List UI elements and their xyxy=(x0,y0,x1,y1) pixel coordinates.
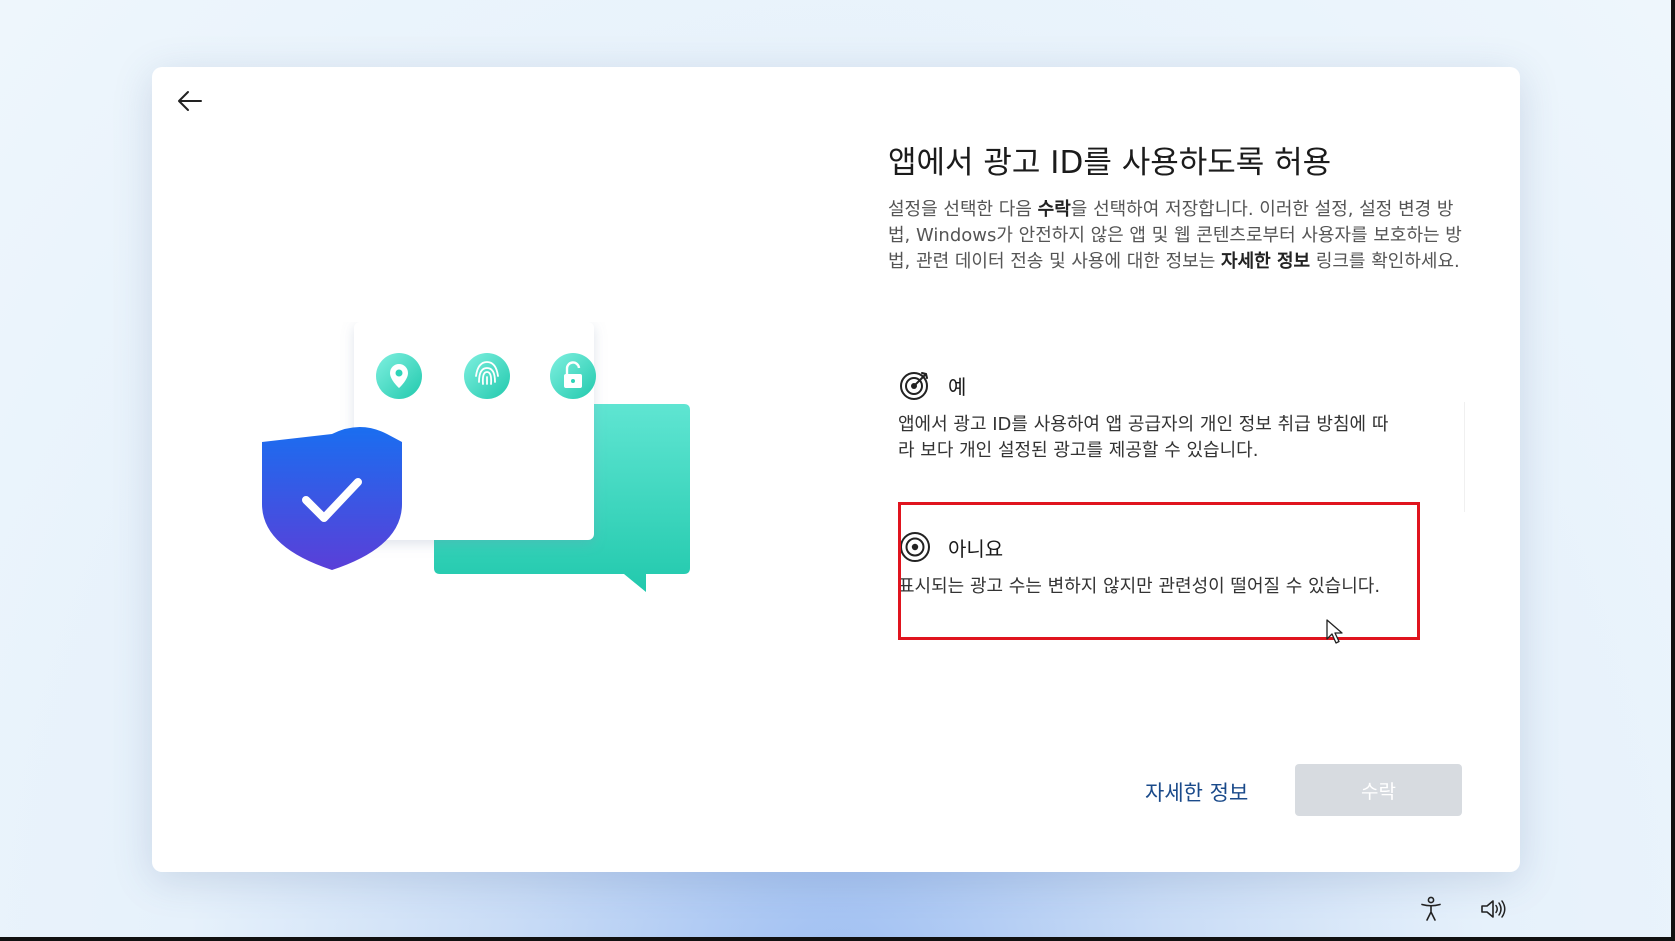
option-yes[interactable]: 예 앱에서 광고 ID를 사용하여 앱 공급자의 개인 정보 취급 방침에 따라… xyxy=(898,368,1398,464)
unlock-icon xyxy=(550,353,596,399)
option-no-description: 표시되는 광고 수는 변하지 않지만 관련성이 떨어질 수 있습니다. xyxy=(898,576,1381,597)
desc-accept-word: 수락 xyxy=(1037,199,1071,220)
accessibility-button[interactable] xyxy=(1416,894,1446,924)
desc-text: 설정을 선택한 다음 xyxy=(888,199,1038,220)
option-yes-label: 예 xyxy=(948,374,967,399)
option-yes-description: 앱에서 광고 ID를 사용하여 앱 공급자의 개인 정보 취급 방침에 따라 보… xyxy=(898,414,1389,461)
target-icon xyxy=(898,530,932,564)
fingerprint-icon xyxy=(464,353,510,399)
more-info-link[interactable]: 자세한 정보 xyxy=(1145,777,1248,807)
shield-check-icon xyxy=(262,427,402,570)
desc-more-word: 자세한 정보 xyxy=(1221,251,1311,272)
location-pin-icon xyxy=(376,353,422,399)
setup-card: 앱에서 광고 ID를 사용하도록 허용 설정을 선택한 다음 수락을 선택하여 … xyxy=(152,67,1520,872)
back-button[interactable] xyxy=(170,81,210,121)
screen-edge xyxy=(1671,0,1675,941)
option-no[interactable]: 아니요 표시되는 광고 수는 변하지 않지만 관련성이 떨어질 수 있습니다. xyxy=(898,530,1398,600)
back-arrow-icon xyxy=(178,91,202,111)
page-title: 앱에서 광고 ID를 사용하도록 허용 xyxy=(888,145,1332,181)
divider xyxy=(1464,402,1465,512)
page-description: 설정을 선택한 다음 수락을 선택하여 저장합니다. 이러한 설정, 설정 변경… xyxy=(888,197,1468,275)
desc-text: 링크를 확인하세요. xyxy=(1310,251,1460,272)
screen-edge xyxy=(0,937,1675,941)
accept-button[interactable]: 수락 xyxy=(1295,764,1462,816)
option-no-label: 아니요 xyxy=(948,536,1004,561)
volume-icon xyxy=(1481,900,1506,918)
volume-button[interactable] xyxy=(1478,894,1508,924)
target-arrow-icon xyxy=(898,368,932,402)
privacy-illustration xyxy=(262,322,690,592)
mouse-cursor-icon xyxy=(1326,619,1343,644)
accessibility-icon xyxy=(1421,896,1441,921)
